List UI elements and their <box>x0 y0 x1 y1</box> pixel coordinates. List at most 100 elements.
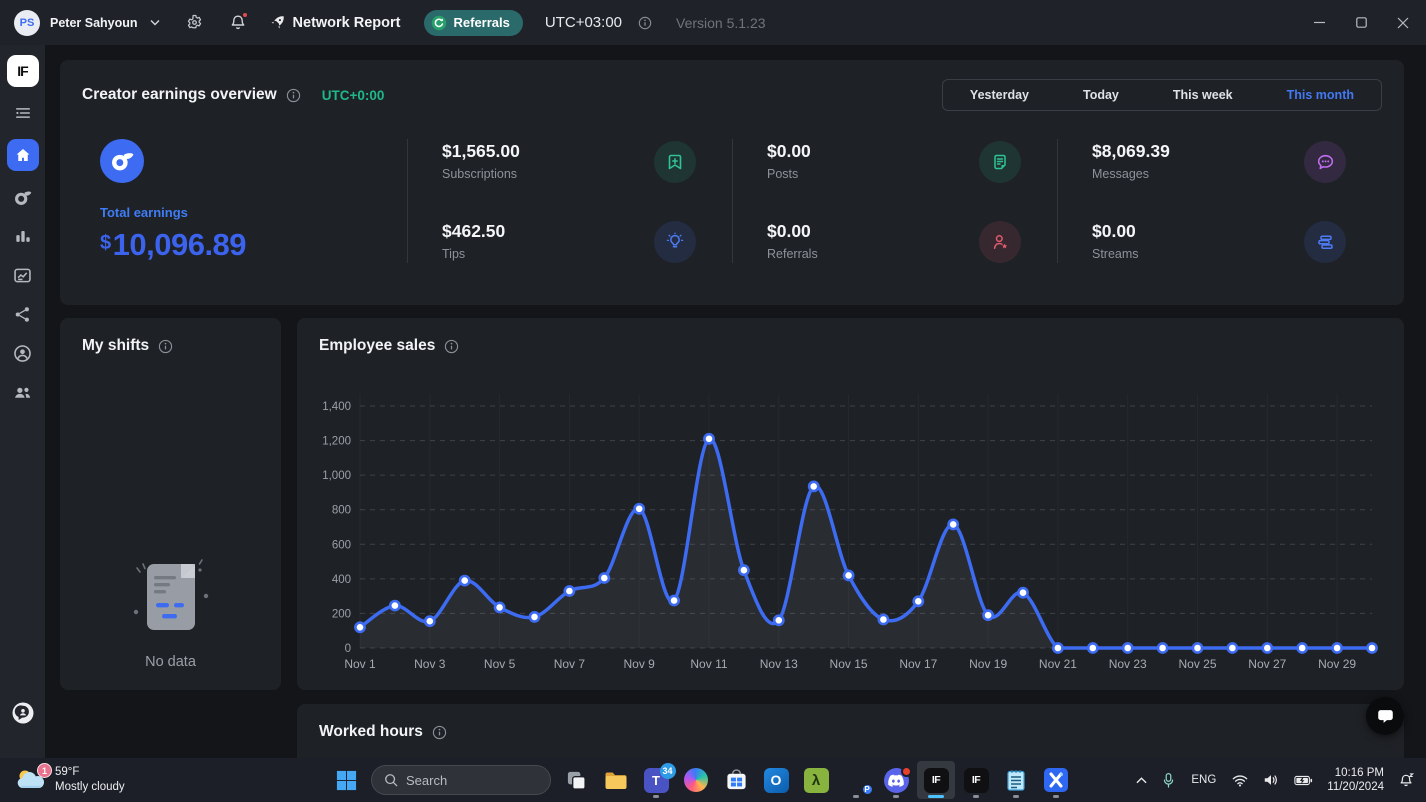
referrals-icon <box>431 15 447 31</box>
svg-text:0: 0 <box>345 643 351 655</box>
tray-notifications[interactable] <box>1395 769 1418 792</box>
start-button[interactable] <box>327 761 365 799</box>
tray-language[interactable]: ENG <box>1187 774 1220 786</box>
weather-condition: Mostly cloudy <box>55 780 125 795</box>
user-name[interactable]: Peter Sahyoun <box>50 16 138 30</box>
window-controls <box>1292 8 1418 38</box>
if-app-icon: IF <box>924 768 949 793</box>
tray-clock[interactable]: 10:16 PM 11/20/2024 <box>1325 766 1386 794</box>
lambda-app-button[interactable]: λ <box>797 761 835 799</box>
tab-this-week[interactable]: This week <box>1146 80 1260 110</box>
earnings-title: Creator earnings overview <box>82 86 277 104</box>
task-view-button[interactable] <box>557 761 595 799</box>
weather-temp: 59°F <box>55 765 125 780</box>
x-app-icon <box>1044 768 1068 792</box>
my-shifts-card: My shifts <box>60 318 281 690</box>
discord-icon <box>884 768 909 793</box>
if-app-active-button[interactable]: IF <box>917 761 955 799</box>
sidebar-item-account[interactable] <box>7 340 39 366</box>
notepad-button[interactable] <box>997 761 1035 799</box>
tab-yesterday[interactable]: Yesterday <box>943 80 1056 110</box>
ms-store-button[interactable] <box>717 761 755 799</box>
chat-dots-icon <box>1304 141 1346 183</box>
minimize-button[interactable] <box>1304 8 1334 38</box>
tray-time: 10:16 PM <box>1327 766 1384 780</box>
stat-subscriptions: $1,565.00Subscriptions <box>442 141 696 183</box>
comet-icon <box>12 186 34 208</box>
outlook-button[interactable]: O <box>757 761 795 799</box>
sidebar-item-support[interactable] <box>7 700 39 726</box>
tab-this-month[interactable]: This month <box>1260 80 1381 110</box>
running-indicator <box>1013 795 1019 798</box>
svg-text:Nov 15: Nov 15 <box>830 657 868 671</box>
sidebar-item-home[interactable] <box>7 139 39 171</box>
tray-date: 11/20/2024 <box>1327 780 1384 794</box>
close-button[interactable] <box>1388 8 1418 38</box>
info-icon[interactable] <box>158 339 173 354</box>
svg-text:Nov 13: Nov 13 <box>760 657 798 671</box>
discord-button[interactable] <box>877 761 915 799</box>
svg-text:1,000: 1,000 <box>322 470 351 482</box>
tab-today[interactable]: Today <box>1056 80 1146 110</box>
avatar[interactable]: PS <box>14 10 40 36</box>
stat-streams: $0.00Streams <box>1092 221 1346 263</box>
maximize-button[interactable] <box>1346 8 1376 38</box>
info-icon[interactable] <box>444 339 459 354</box>
earnings-timezone[interactable]: UTC+0:00 <box>322 88 385 103</box>
sidebar-item-creator[interactable] <box>7 184 39 210</box>
tray-wifi[interactable] <box>1229 771 1251 790</box>
svg-text:1,400: 1,400 <box>322 401 351 413</box>
employee-sales-chart: 02004006008001,0001,2001,400Nov 1Nov 3No… <box>297 382 1404 678</box>
lambda-icon: λ <box>804 768 829 793</box>
onlyfans-icon <box>100 139 144 183</box>
x-app-button[interactable] <box>1037 761 1075 799</box>
tray-battery[interactable] <box>1291 772 1316 789</box>
info-icon[interactable] <box>638 16 652 30</box>
total-earnings-label[interactable]: Total earnings <box>100 205 407 220</box>
copilot-icon <box>684 768 708 792</box>
sidebar-item-statistics[interactable] <box>7 223 39 249</box>
svg-text:200: 200 <box>332 608 351 620</box>
app-logo[interactable]: IF <box>7 55 39 87</box>
microphone-icon <box>1162 772 1175 789</box>
copilot-button[interactable] <box>677 761 715 799</box>
chevron-up-icon <box>1136 777 1147 784</box>
weather-icon: 1 <box>16 767 46 793</box>
referrals-button[interactable]: Referrals <box>424 10 523 36</box>
sidebar-item-team[interactable] <box>7 379 39 405</box>
taskbar-search[interactable] <box>371 765 551 795</box>
person-star-icon <box>979 221 1021 263</box>
windows-logo-icon <box>335 769 358 792</box>
search-input[interactable] <box>406 773 526 788</box>
tray-volume[interactable] <box>1260 770 1282 790</box>
chat-widget-button[interactable] <box>1366 697 1404 735</box>
total-earnings-amount: $10,096.89 <box>100 227 407 263</box>
notifications-button[interactable] <box>230 14 246 31</box>
sidebar-item-list[interactable] <box>7 100 39 126</box>
file-explorer-button[interactable] <box>597 761 635 799</box>
rocket-icon <box>270 15 285 30</box>
gear-icon[interactable] <box>186 14 203 31</box>
outlook-icon: O <box>764 768 789 793</box>
weather-text: 59°F Mostly cloudy <box>55 765 125 795</box>
home-icon <box>14 146 32 164</box>
no-data-state: No data <box>60 556 281 670</box>
chrome-button[interactable]: P <box>837 761 875 799</box>
main-content: Creator earnings overview UTC+0:00 Yeste… <box>45 45 1426 758</box>
sidebar-item-reports[interactable] <box>7 262 39 288</box>
task-view-icon <box>566 770 587 791</box>
info-icon[interactable] <box>432 725 447 740</box>
tray-chevron-up[interactable] <box>1133 774 1150 787</box>
chevron-down-icon[interactable] <box>150 19 160 26</box>
teams-button[interactable]: T 34 <box>637 761 675 799</box>
info-icon[interactable] <box>286 88 301 103</box>
svg-text:Nov 5: Nov 5 <box>484 657 516 671</box>
share-icon <box>13 305 32 324</box>
tray-microphone[interactable] <box>1159 769 1178 792</box>
earnings-stats: Total earnings $10,096.89 $1,565.00Subsc… <box>60 111 1404 263</box>
sidebar-item-share[interactable] <box>7 301 39 327</box>
weather-widget[interactable]: 1 59°F Mostly cloudy <box>6 760 135 800</box>
network-report-button[interactable]: Network Report <box>270 15 401 31</box>
svg-text:600: 600 <box>332 539 351 551</box>
if-app-button[interactable]: IF <box>957 761 995 799</box>
